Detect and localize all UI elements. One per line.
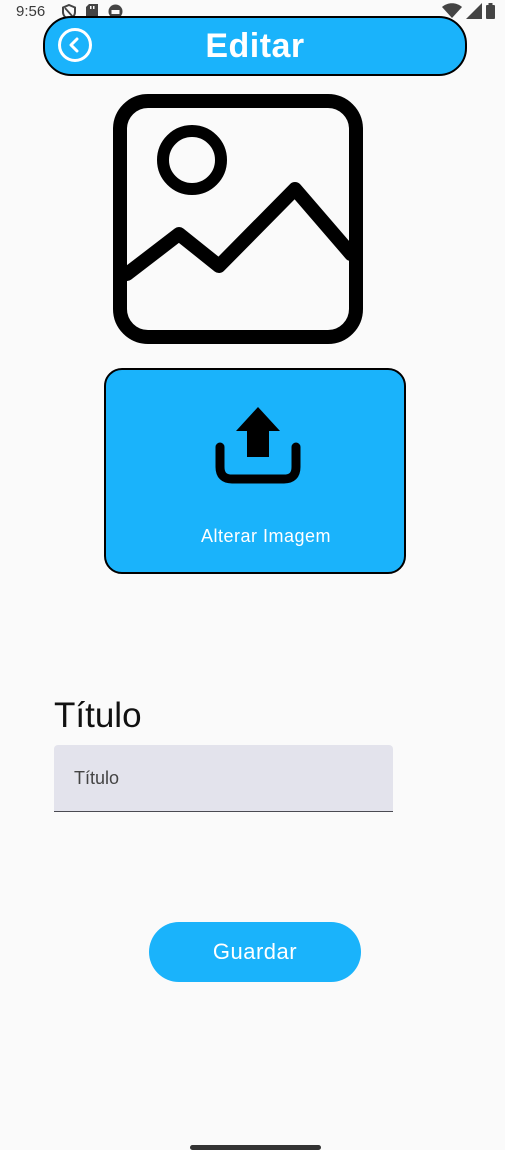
gesture-bar bbox=[190, 1145, 321, 1150]
status-icons-right bbox=[442, 3, 495, 19]
page-title: Editar bbox=[205, 27, 305, 65]
change-image-label: Alterar Imagem bbox=[201, 526, 332, 546]
save-button[interactable]: Guardar bbox=[149, 922, 361, 982]
image-placeholder-icon bbox=[113, 94, 363, 344]
upload-icon bbox=[215, 407, 301, 484]
status-time: 9:56 bbox=[16, 3, 46, 20]
title-input[interactable] bbox=[54, 745, 393, 812]
battery-icon bbox=[486, 3, 495, 19]
image-preview bbox=[113, 94, 363, 344]
title-heading: Título bbox=[54, 696, 142, 735]
signal-icon bbox=[466, 3, 482, 19]
app-header: Editar bbox=[43, 16, 467, 76]
change-image-button[interactable]: Alterar Imagem bbox=[104, 368, 406, 574]
